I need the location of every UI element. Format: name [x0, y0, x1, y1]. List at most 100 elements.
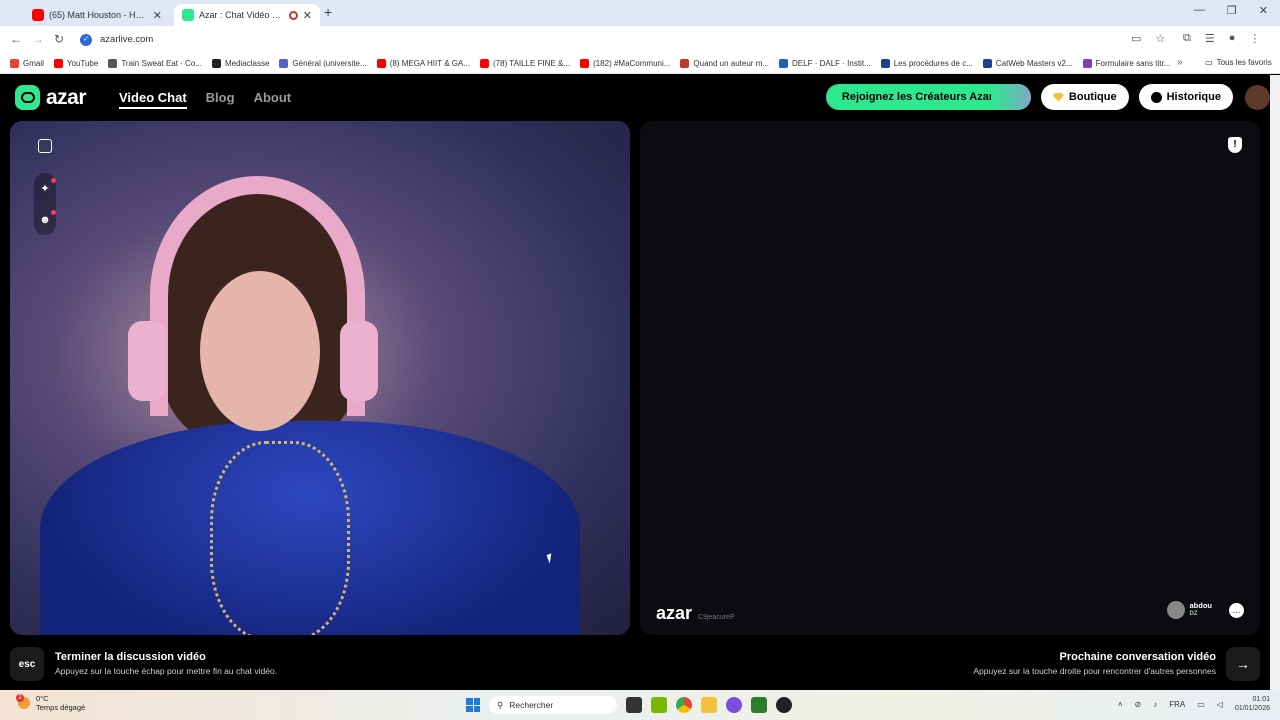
- user-avatar[interactable]: [1245, 84, 1270, 110]
- battery-icon[interactable]: ▭: [1197, 700, 1205, 709]
- tab-title: (65) Matt Houston - Happy Birt: [49, 10, 148, 20]
- join-creators-button[interactable]: Rejoignez les Créateurs Azar: [825, 84, 1031, 110]
- sidebar-icon[interactable]: ☰: [1205, 32, 1215, 45]
- windows-taskbar: 2 0°C Temps dégagé ⚲ Rechercher ˄ ⊘ ♪ FR…: [0, 690, 1280, 720]
- bookmark[interactable]: Mediaclasse: [211, 58, 269, 68]
- creators-deco-icon: [990, 84, 1031, 110]
- file-explorer-icon[interactable]: [701, 697, 717, 713]
- bookmark[interactable]: YouTube: [53, 58, 98, 68]
- pip-toggle-icon[interactable]: [38, 139, 52, 153]
- header-actions: Rejoignez les Créateurs Azar Boutique Hi…: [825, 84, 1270, 110]
- forward-icon[interactable]: →: [32, 32, 44, 46]
- search-icon: ⚲: [497, 699, 504, 710]
- site-info-icon[interactable]: ✓: [80, 33, 92, 46]
- bookmark[interactable]: CatWeb Masters v2...: [982, 58, 1073, 68]
- nav-video-chat[interactable]: Video Chat: [119, 90, 187, 109]
- volume-icon[interactable]: ◁: [1217, 700, 1223, 709]
- shop-button[interactable]: Boutique: [1040, 84, 1129, 110]
- address-bar-row: ← → ↻ ✓ azarlive.com ▭ ☆ ⧉ ☰ ● ⋮: [0, 26, 1280, 53]
- weather-widget[interactable]: 2 0°C Temps dégagé: [16, 694, 85, 712]
- taskbar-clock[interactable]: 01:01 01/01/2026: [1235, 695, 1270, 713]
- recording-icon: [288, 10, 298, 20]
- task-view-icon[interactable]: [626, 697, 642, 713]
- bookmark[interactable]: Les procédures de c...: [880, 58, 973, 68]
- azar-logo[interactable]: azar: [15, 85, 87, 110]
- history-button[interactable]: Historique: [1138, 84, 1233, 110]
- next-arrow-button[interactable]: →: [1226, 647, 1260, 681]
- video-figure-embroidery: [210, 441, 350, 635]
- bookmark[interactable]: (78) TAILLE FINE &...: [480, 58, 570, 68]
- reload-icon[interactable]: ↻: [54, 32, 64, 46]
- bookmark[interactable]: Train Sweat Eat · Co...: [108, 58, 202, 68]
- video-figure-earcup: [340, 321, 378, 401]
- taskbar-search[interactable]: ⚲ Rechercher: [489, 696, 617, 714]
- mic-icon[interactable]: ♪: [1153, 700, 1157, 709]
- next-chat-hint: Prochaine conversation vidéo Appuyez sur…: [973, 651, 1216, 676]
- weather-temp: 0°C: [36, 694, 49, 703]
- chevron-up-icon[interactable]: ˄: [1118, 700, 1123, 709]
- bookmarks-more-button[interactable]: »: [1177, 57, 1183, 68]
- close-icon[interactable]: ✕: [303, 9, 312, 22]
- face-mask-icon[interactable]: ☻: [34, 209, 56, 231]
- peer-name: abdou: [1189, 601, 1213, 610]
- language-indicator[interactable]: FRA: [1169, 700, 1185, 709]
- end-chat-hint: Terminer la discussion vidéo Appuyez sur…: [55, 651, 278, 676]
- sparkle-effects-icon[interactable]: ✦: [34, 177, 56, 199]
- url-field[interactable]: ✓ azarlive.com: [74, 30, 1172, 49]
- chat-bubble-icon[interactable]: …: [1229, 603, 1244, 618]
- taskbar-apps: ⚲ Rechercher: [466, 696, 792, 714]
- extensions-icon[interactable]: ⧉: [1183, 32, 1191, 45]
- no-camera-icon[interactable]: ⊘: [1135, 700, 1142, 709]
- esc-key-button[interactable]: esc: [10, 647, 44, 681]
- profile-icon[interactable]: ●: [1229, 32, 1236, 45]
- bookmark[interactable]: Formulaire sans titr...: [1082, 58, 1170, 68]
- star-icon[interactable]: ☆: [1155, 32, 1165, 45]
- video-figure-headset: [150, 176, 365, 416]
- clock-icon: [1150, 91, 1162, 103]
- close-window-button[interactable]: ✕: [1259, 4, 1268, 17]
- app-icon[interactable]: [776, 697, 792, 713]
- peer-info[interactable]: abdou DZ: [1166, 601, 1213, 619]
- window-controls: — ❐ ✕: [1194, 4, 1268, 17]
- bookmark[interactable]: (182) #MaCommuni...: [580, 58, 670, 68]
- bookmark[interactable]: Général (universite...: [279, 58, 367, 68]
- all-bookmarks-button[interactable]: ▭ Tous les favoris: [1205, 58, 1272, 67]
- bookmark[interactable]: DELF · DALF · Instit...: [779, 58, 871, 68]
- maximize-button[interactable]: ❐: [1227, 4, 1237, 17]
- folder-icon: ▭: [1205, 58, 1213, 67]
- bookmark[interactable]: (8) MEGA HIIT & GA...: [376, 58, 470, 68]
- remote-video: ! azar C9jeacureP abdou DZ …: [640, 121, 1260, 635]
- close-icon[interactable]: ✕: [153, 9, 162, 22]
- windows-start-icon[interactable]: [466, 698, 480, 712]
- sun-icon: 2: [16, 694, 30, 709]
- peer-country: DZ: [1189, 611, 1198, 617]
- local-video: ✦ ☻: [10, 121, 630, 635]
- azar-icon: [182, 9, 194, 21]
- bookmark[interactable]: Quand un auteur m...: [680, 58, 769, 68]
- nvidia-icon[interactable]: [651, 697, 667, 713]
- youtube-icon: [32, 9, 44, 21]
- nvidia-app-icon[interactable]: [751, 697, 767, 713]
- back-icon[interactable]: ←: [10, 32, 22, 46]
- chrome-icon[interactable]: [676, 697, 692, 713]
- report-shield-icon[interactable]: !: [1228, 137, 1242, 153]
- nav-about[interactable]: About: [254, 90, 292, 109]
- main-nav: Video Chat Blog About: [119, 90, 291, 109]
- video-figure-earcup: [128, 321, 166, 401]
- browser-tab[interactable]: (65) Matt Houston - Happy Birt ✕: [24, 4, 170, 26]
- browser-actions: ⧉ ☰ ● ⋮: [1183, 32, 1260, 45]
- nav-blog[interactable]: Blog: [206, 90, 235, 109]
- system-tray: ˄ ⊘ ♪ FRA ▭ ◁ 01:01 01/01/2026: [1118, 695, 1270, 713]
- page-scrollbar[interactable]: [1270, 75, 1280, 690]
- menu-icon[interactable]: ⋮: [1249, 32, 1260, 45]
- weather-badge: 2: [16, 694, 24, 702]
- cast-icon[interactable]: ▭: [1131, 32, 1141, 45]
- bookmark[interactable]: Gmail: [10, 58, 44, 68]
- new-tab-button[interactable]: +: [324, 4, 332, 20]
- minimize-button[interactable]: —: [1194, 4, 1205, 17]
- bookmarks-bar: Gmail YouTube Train Sweat Eat · Co... Me…: [0, 53, 1280, 74]
- browser-tab-active[interactable]: Azar : Chat Vidéo avec de ✕: [174, 4, 320, 26]
- url-actions: ▭ ☆: [1131, 32, 1165, 45]
- messenger-icon[interactable]: [726, 697, 742, 713]
- azar-watermark: azar C9jeacureP: [656, 603, 735, 623]
